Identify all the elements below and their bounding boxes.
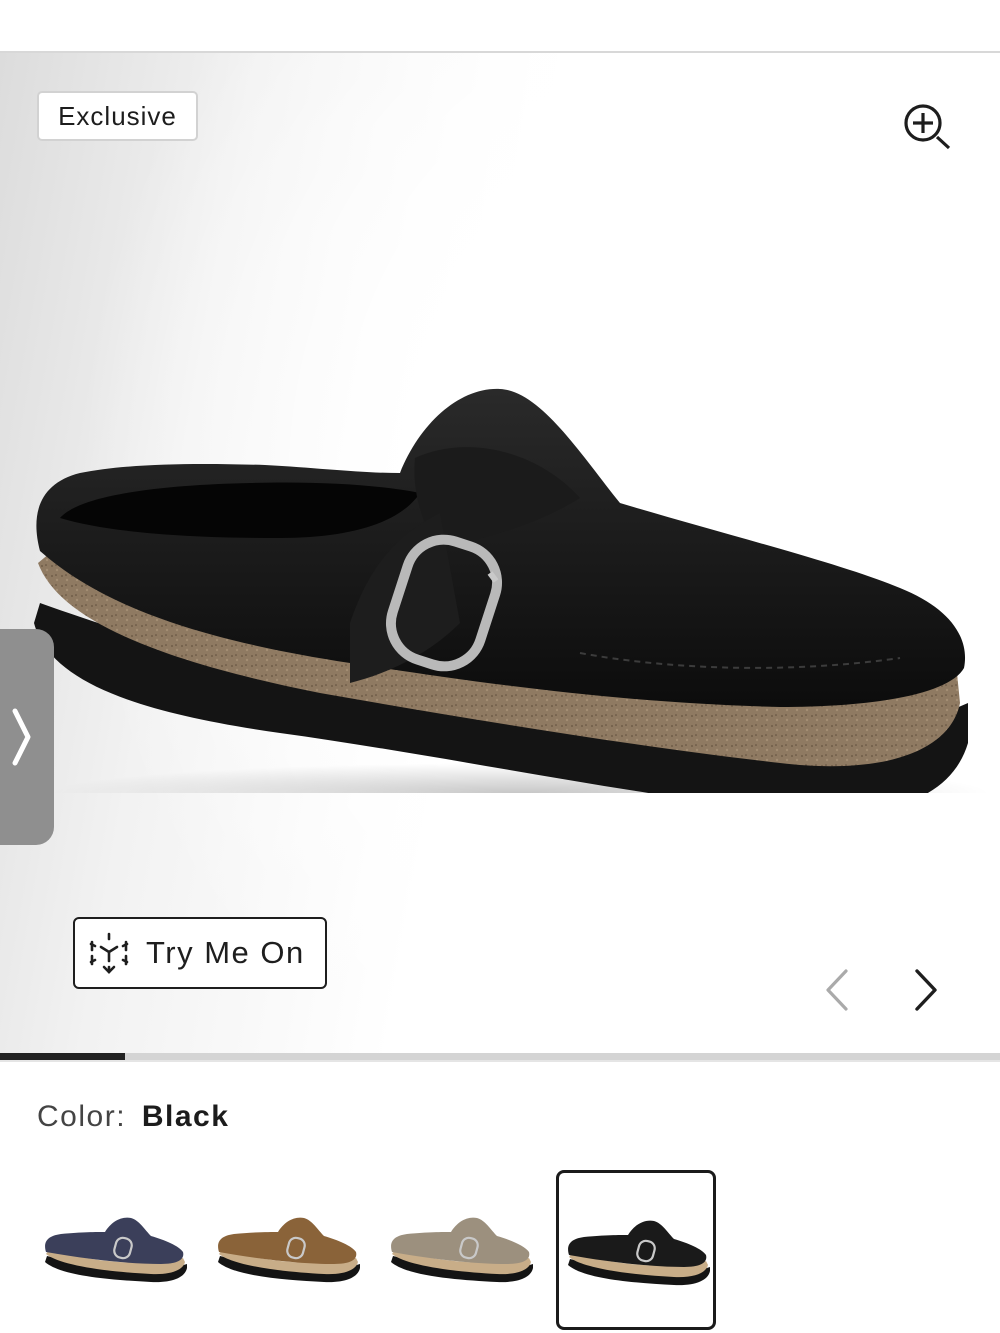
side-tab-toggle[interactable] xyxy=(0,629,54,845)
gallery-bottom-divider xyxy=(0,1060,1000,1062)
previous-image-button[interactable] xyxy=(818,965,858,1015)
swatch-shoe-image xyxy=(568,1220,710,1286)
color-swatch-taupe[interactable] xyxy=(382,1170,542,1330)
exclusive-badge-label: Exclusive xyxy=(58,100,177,131)
product-image xyxy=(34,388,990,793)
chevron-right-icon xyxy=(12,708,31,766)
ar-cube-icon xyxy=(89,932,129,974)
color-label: Color: xyxy=(37,1100,127,1133)
gallery-progress-fill xyxy=(0,1053,125,1060)
selected-color-value: Black xyxy=(141,1100,230,1133)
color-swatch-navy[interactable] xyxy=(36,1170,196,1330)
product-image-gallery[interactable]: Exclusive Try Me On xyxy=(0,53,1000,1054)
zoom-in-icon[interactable] xyxy=(898,99,956,155)
color-swatch-tan[interactable] xyxy=(209,1170,369,1330)
color-swatches xyxy=(36,1170,726,1330)
swatch-shoe-image xyxy=(218,1217,360,1283)
swatch-shoe-image xyxy=(391,1217,533,1283)
try-me-on-label: Try Me On xyxy=(146,935,305,970)
swatch-shoe-image xyxy=(45,1217,187,1283)
color-swatch-black[interactable] xyxy=(556,1170,716,1330)
try-me-on-button[interactable]: Try Me On xyxy=(73,917,327,989)
chevron-right-icon xyxy=(915,969,937,1011)
exclusive-badge: Exclusive xyxy=(37,91,198,141)
color-selection-label: Color: Black xyxy=(37,1100,229,1134)
next-image-button[interactable] xyxy=(905,965,945,1015)
chevron-left-icon xyxy=(826,969,848,1011)
gallery-progress-bar xyxy=(0,1053,1000,1060)
